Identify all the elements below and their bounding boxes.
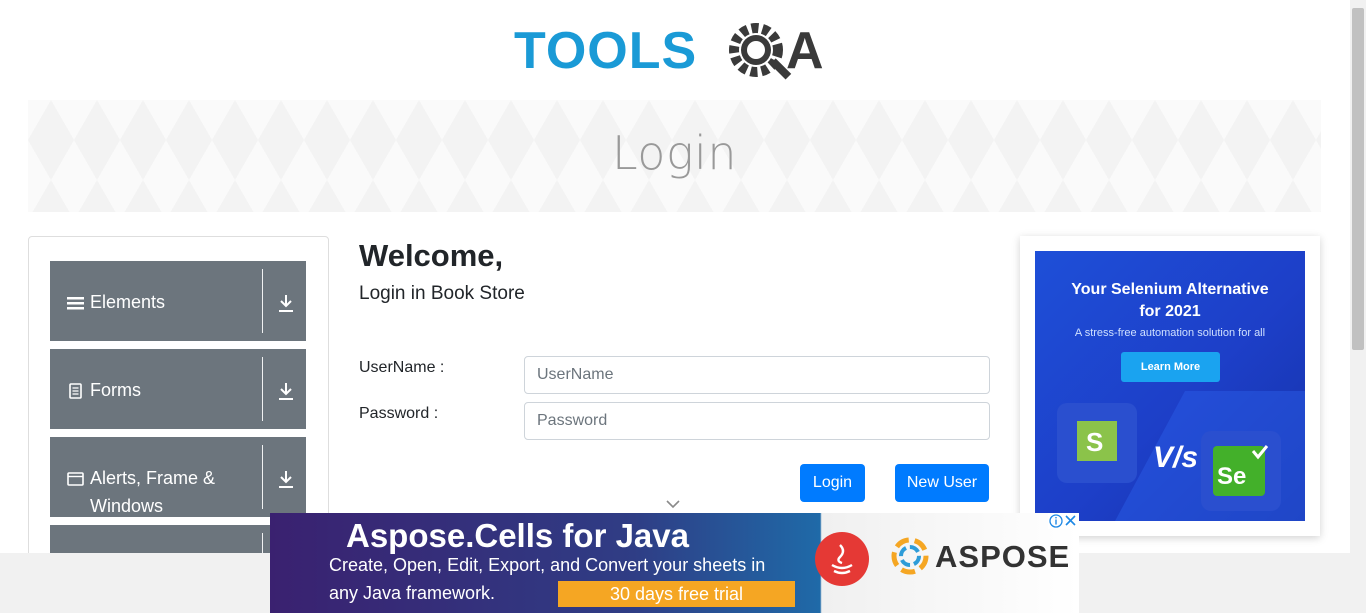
- learn-more-button[interactable]: Learn More: [1121, 352, 1220, 382]
- document-icon: [69, 383, 82, 399]
- sidebar-group-label: Elements: [90, 292, 166, 312]
- ad-subline: A stress-free automation solution for al…: [1074, 327, 1266, 339]
- svg-text:Se: Se: [1217, 463, 1246, 490]
- download-arrow-icon[interactable]: [277, 469, 295, 489]
- logo-text-tools: TOOLS: [514, 22, 697, 80]
- divider: [262, 445, 263, 509]
- username-input[interactable]: [524, 356, 990, 394]
- selenium-alternative-ad[interactable]: Your Selenium Alternative for 2021 A str…: [1035, 251, 1305, 521]
- page-title: Login: [611, 126, 737, 180]
- password-input[interactable]: [524, 402, 990, 440]
- page: TOOLS A Login Elements Forms Alerts, Fra…: [0, 0, 1366, 613]
- download-arrow-icon[interactable]: [277, 381, 295, 401]
- login-button[interactable]: Login: [800, 464, 865, 502]
- ad-headline: Your Selenium Alternative for 2021: [1035, 279, 1305, 323]
- download-arrow-icon[interactable]: [277, 293, 295, 313]
- sidebar-group-label: Alerts, Frame & Windows: [90, 468, 216, 516]
- aspose-logo-icon: [891, 537, 929, 575]
- java-icon: [815, 532, 869, 586]
- hamburger-icon: [67, 297, 84, 310]
- welcome-heading: Welcome,: [359, 238, 504, 273]
- ad-brand: ASPOSE: [935, 539, 1071, 574]
- divider: [262, 357, 263, 421]
- aspose-ad[interactable]: Aspose.Cells for Java Create, Open, Edit…: [270, 513, 1079, 613]
- scrollbar-thumb[interactable]: [1352, 8, 1364, 350]
- divider: [262, 269, 263, 333]
- gear-icon: [729, 23, 792, 80]
- sidebar-group-label: Forms: [90, 380, 141, 400]
- new-user-button[interactable]: New User: [895, 464, 989, 502]
- ad-line1: Create, Open, Edit, Export, and Convert …: [329, 555, 766, 575]
- ad-line2: any Java framework.: [329, 583, 496, 603]
- toolsqa-logo[interactable]: TOOLS A: [514, 16, 840, 92]
- sidebar-group-elements[interactable]: Elements: [50, 261, 306, 341]
- ad-title: Aspose.Cells for Java: [346, 517, 689, 554]
- right-ad-container: Your Selenium Alternative for 2021 A str…: [1020, 236, 1320, 536]
- login-subheading: Login in Book Store: [359, 283, 525, 304]
- ad-trial-badge: 30 days free trial: [558, 581, 795, 607]
- chevron-down-icon[interactable]: [666, 499, 680, 509]
- ad-vs-text: V/s: [1153, 441, 1199, 474]
- logo-text-qa: A: [786, 22, 824, 80]
- username-label: UserName :: [359, 359, 445, 376]
- sidebar-group-alerts[interactable]: Alerts, Frame & Windows: [50, 437, 306, 517]
- svg-text:S: S: [1086, 427, 1103, 457]
- ad-close-icon[interactable]: [1048, 513, 1078, 529]
- window-icon: [67, 472, 84, 486]
- password-label: Password :: [359, 405, 439, 422]
- ad-headline-line2: for 2021: [1139, 303, 1201, 320]
- ad-headline-line1: Your Selenium Alternative: [1071, 281, 1269, 298]
- page-banner: Login: [28, 100, 1321, 212]
- sidebar-group-forms[interactable]: Forms: [50, 349, 306, 429]
